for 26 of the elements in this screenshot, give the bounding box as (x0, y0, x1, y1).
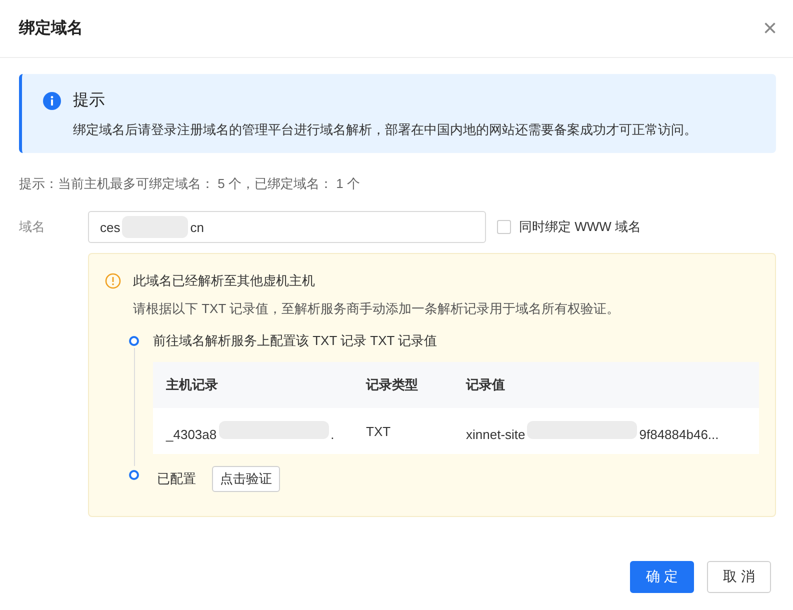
close-button[interactable]: × (762, 16, 777, 40)
column-header: 记录值 (453, 362, 759, 408)
column-header: 记录类型 (353, 362, 453, 408)
step-text: 前往域名解析服务上配置该 TXT 记录 TXT 记录值 (153, 332, 438, 350)
step-dot-icon (129, 470, 139, 480)
cancel-button[interactable]: 取 消 (707, 561, 771, 593)
info-icon (43, 92, 61, 110)
table-cell: TXT (353, 408, 453, 454)
warning-title: 此域名已经解析至其他虚机主机 (133, 272, 315, 290)
verify-button[interactable]: 点击验证 (212, 466, 280, 492)
step-dot-icon (129, 336, 139, 346)
alert-text: 绑定域名后请登录注册域名的管理平台进行域名解析，部署在中国内地的网站还需要备案成功才可正常访问。 (72, 121, 698, 139)
confirm-button[interactable]: 确 定 (630, 561, 694, 593)
warning-text: 请根据以下 TXT 记录值，至解析服务商手动添加一条解析记录用于域名所有权验证。 (133, 300, 621, 318)
checkbox-label: 同时绑定 WWW 域名 (519, 218, 642, 236)
dialog-title: 绑定域名 (19, 18, 83, 39)
step-text: 已配置 (157, 470, 196, 488)
column-header: 主机记录 (153, 362, 353, 408)
alert-title: 提示 (73, 91, 105, 111)
domain-input-field[interactable]: ces cn (88, 211, 486, 243)
table-cell: xinnet-site 9f84884b46... (453, 408, 759, 454)
warning-icon (105, 273, 121, 289)
quota-tip: 提示：当前主机最多可绑定域名： 5 个，已绑定域名： 1 个 (19, 175, 361, 193)
table-cell: _4303a8 . (153, 408, 353, 454)
field-label: 域名 (19, 218, 46, 236)
checkbox[interactable] (497, 220, 511, 234)
